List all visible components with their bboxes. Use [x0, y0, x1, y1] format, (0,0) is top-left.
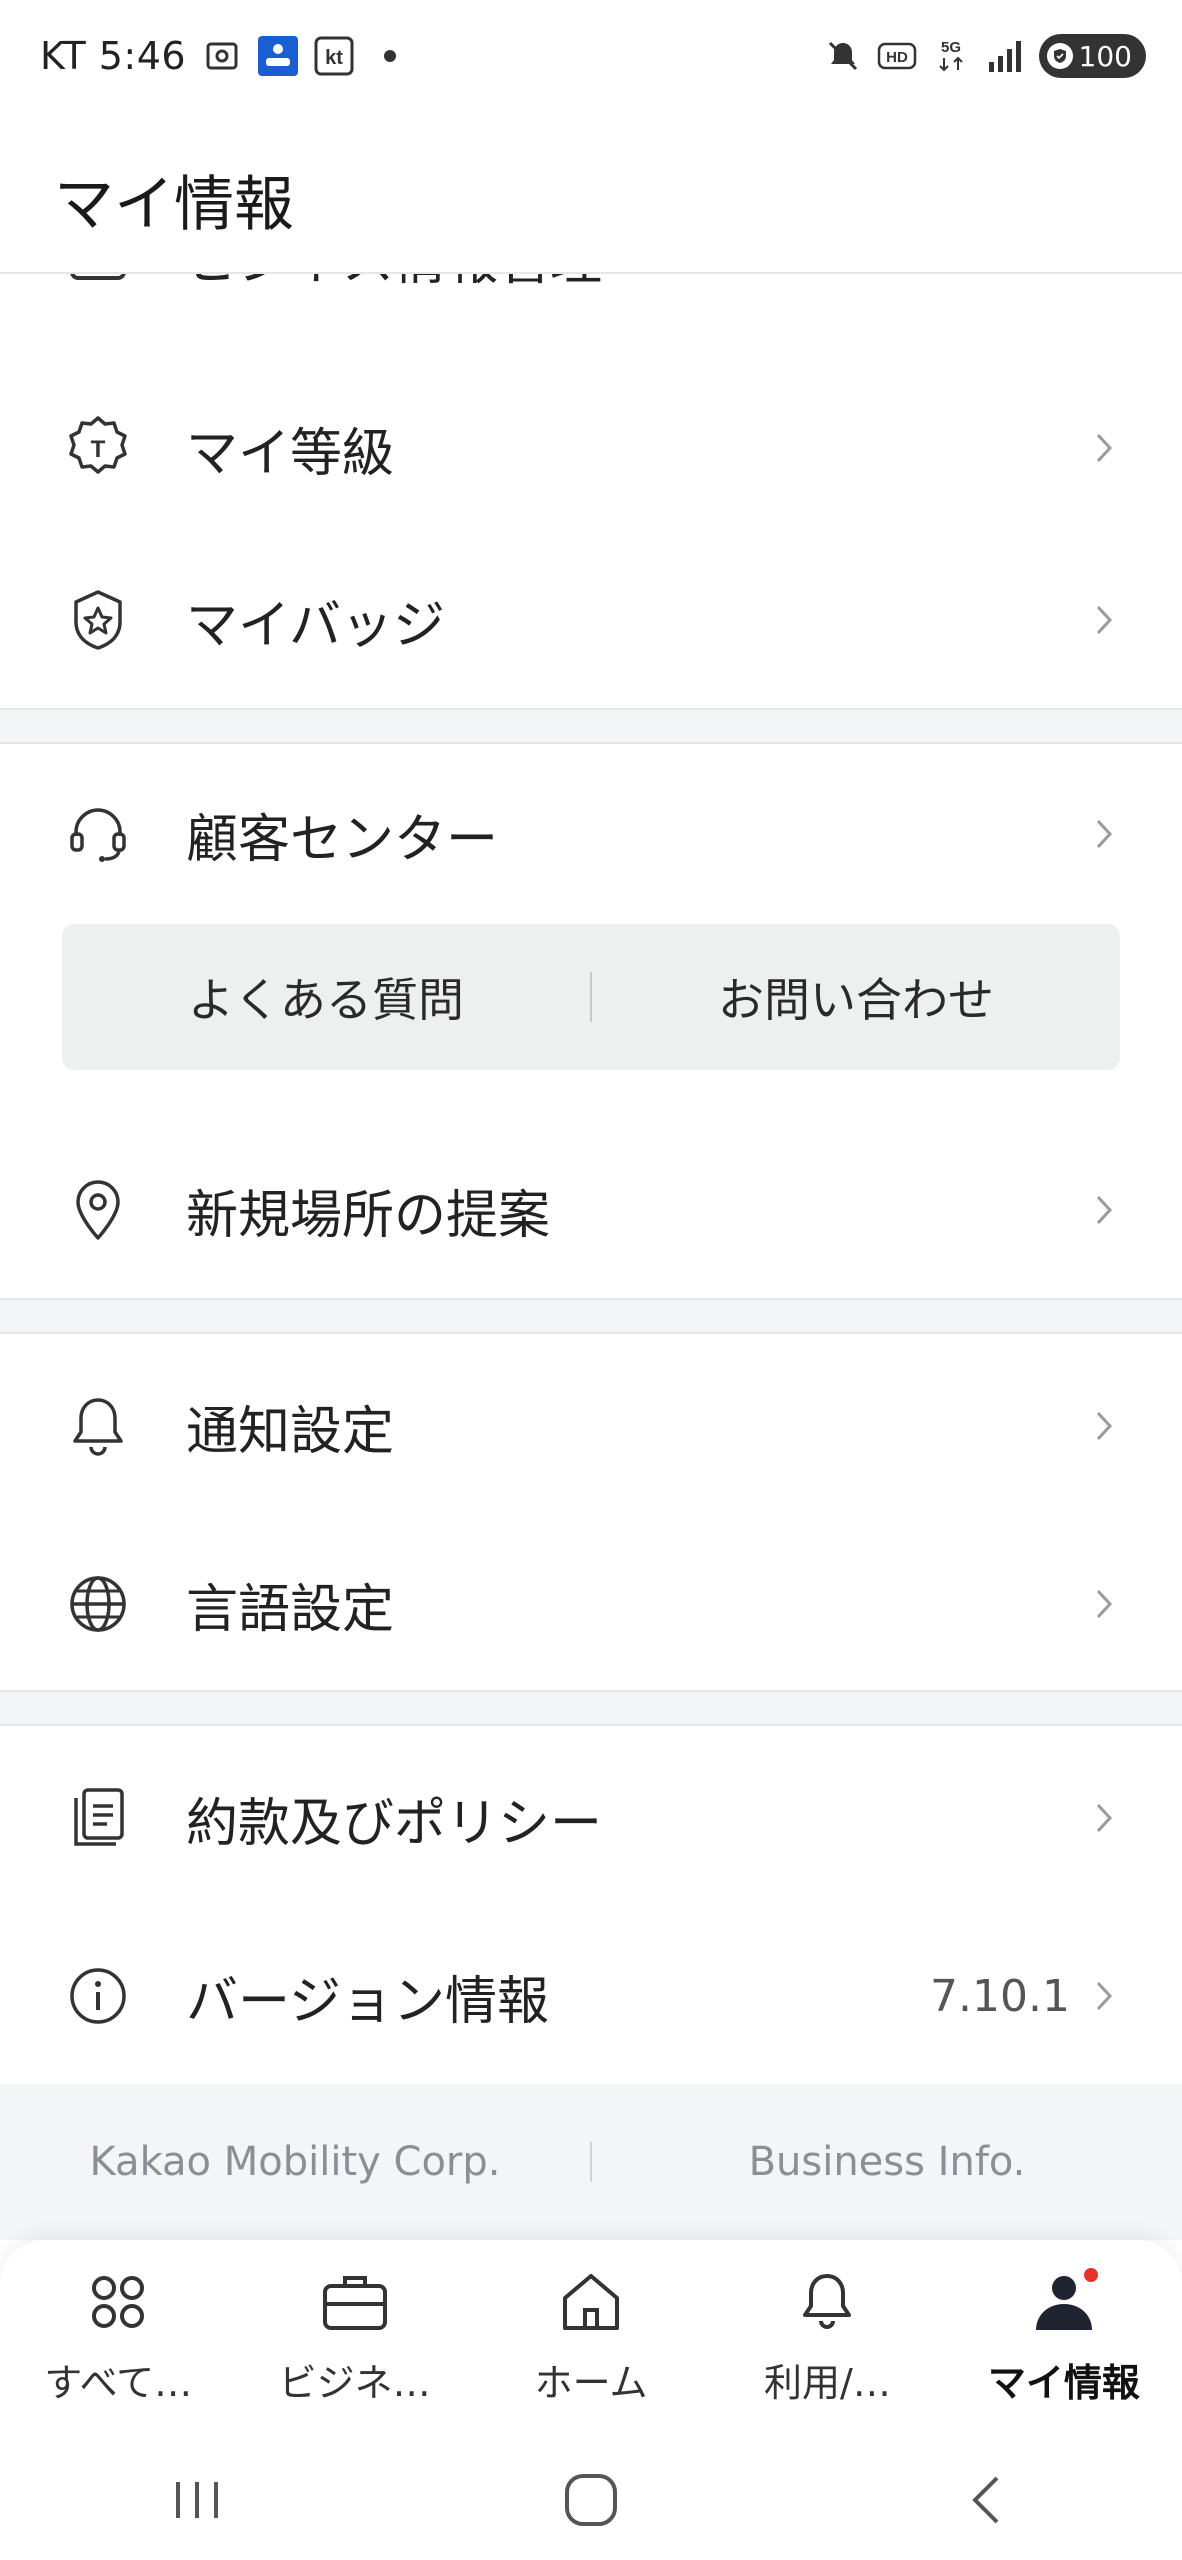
nav-item-all[interactable]: すべて… — [0, 2240, 236, 2440]
recent-apps-button[interactable] — [137, 2460, 257, 2540]
nav-item-usage[interactable]: 利用/… — [709, 2240, 945, 2440]
menu-item-language-settings[interactable]: 言語設定 — [0, 1544, 1182, 1664]
bottom-nav: すべて… ビジネ… ホーム 利用/… マイ情報 — [0, 2240, 1182, 2440]
nav-label: 利用/… — [764, 2361, 891, 2405]
home-button[interactable] — [531, 2460, 651, 2540]
mute-icon — [823, 36, 863, 76]
menu-item-my-badge[interactable]: マイバッジ — [0, 560, 1182, 680]
menu-item-label: 言語設定 — [186, 1579, 395, 1640]
section-divider — [0, 708, 1182, 744]
app-screen: KT 5:46 kt HD 5G 100 マイ情報 T マイ等級 マイバッジ 顧… — [0, 0, 1182, 2560]
nav-label: すべて… — [44, 2361, 193, 2405]
briefcase-icon — [319, 2266, 391, 2338]
menu-item-terms-policy[interactable]: 約款及びポリシー — [0, 1758, 1182, 1878]
status-time: KT 5:46 — [40, 34, 187, 78]
footer: Kakao Mobility Corp. Business Info. — [0, 2084, 1182, 2240]
chevron-right-icon — [1090, 600, 1118, 640]
nav-item-business[interactable]: ビジネ… — [236, 2240, 472, 2440]
menu-item-label: マイ等級 — [186, 423, 395, 484]
chevron-right-icon — [1090, 1406, 1118, 1446]
kakao-driver-icon — [258, 36, 299, 76]
nav-item-my-info[interactable]: マイ情報 — [946, 2240, 1182, 2440]
menu-item-notification-settings[interactable]: 通知設定 — [0, 1366, 1182, 1486]
menu-item-label: 約款及びポリシー — [186, 1793, 603, 1854]
signal-icon — [985, 36, 1025, 76]
section-divider — [0, 1690, 1182, 1726]
customer-center-shortcuts: よくある質問 お問い合わせ — [62, 924, 1120, 1070]
grid-icon — [82, 2266, 154, 2338]
document-icon — [62, 1782, 134, 1854]
menu-item-suggest-place[interactable]: 新規場所の提案 — [0, 1150, 1182, 1270]
nav-label: ビジネ… — [278, 2361, 431, 2405]
page-title: マイ情報 — [54, 170, 294, 240]
menu-item-label: ビジネス情報管理 — [186, 274, 602, 294]
location-pin-icon — [62, 1174, 134, 1246]
grade-badge-icon: T — [62, 412, 134, 484]
chevron-right-icon — [1090, 1584, 1118, 1624]
star-badge-icon — [62, 584, 134, 656]
battery-indicator: 100 — [1038, 34, 1146, 78]
chevron-right-icon — [1090, 428, 1118, 468]
battery-shield-icon — [1046, 43, 1073, 69]
chevron-right-icon — [1090, 814, 1118, 854]
info-icon — [62, 1960, 134, 2032]
section-divider — [0, 1298, 1182, 1334]
business-icon — [62, 274, 134, 292]
notification-dot — [1083, 2268, 1098, 2282]
status-bar: KT 5:46 kt HD 5G 100 — [0, 0, 1182, 112]
chevron-right-icon — [1090, 274, 1118, 276]
battery-level: 100 — [1078, 39, 1132, 73]
svg-text:T: T — [91, 436, 106, 463]
svg-text:HD: HD — [886, 49, 908, 66]
chevron-right-icon — [1090, 1798, 1118, 1838]
menu-item-label: 顧客センター — [186, 809, 499, 870]
bell-icon — [791, 2266, 863, 2338]
company-link[interactable]: Kakao Mobility Corp. — [0, 2139, 590, 2185]
menu-item-my-grade[interactable]: T マイ等級 — [0, 388, 1182, 508]
home-icon — [555, 2266, 627, 2338]
version-value: 7.10.1 — [930, 1970, 1070, 2022]
menu-item-label: 新規場所の提案 — [186, 1185, 551, 1246]
chevron-right-icon — [1090, 1976, 1118, 2016]
menu-item-customer-center[interactable]: 顧客センター — [0, 774, 1182, 894]
menu-item-version-info[interactable]: バージョン情報 7.10.1 — [0, 1936, 1182, 2056]
settings-list[interactable]: ビジネス情報管理 T マイ等級 マイバッジ — [0, 274, 1182, 2240]
svg-text:kt: kt — [325, 47, 343, 69]
hd-icon: HD — [877, 36, 917, 76]
menu-item-label: バージョン情報 — [186, 1971, 549, 2032]
contact-button[interactable]: お問い合わせ — [592, 924, 1120, 1070]
nav-label: マイ情報 — [987, 2361, 1140, 2405]
app-header: マイ情報 — [0, 112, 1182, 274]
status-right: HD 5G 100 — [823, 30, 1146, 82]
chevron-right-icon — [1090, 1190, 1118, 1230]
kt-badge-icon: kt — [314, 36, 354, 76]
globe-icon — [62, 1568, 134, 1640]
menu-item-business-info[interactable]: ビジネス情報管理 — [0, 274, 1182, 316]
system-nav-bar — [0, 2440, 1182, 2560]
faq-button[interactable]: よくある質問 — [62, 924, 590, 1070]
business-info-link[interactable]: Business Info. — [592, 2139, 1182, 2185]
screenshot-icon — [202, 36, 242, 76]
back-button[interactable] — [925, 2460, 1045, 2540]
headset-icon — [62, 798, 134, 870]
bell-icon — [62, 1390, 134, 1462]
svg-text:5G: 5G — [941, 39, 961, 56]
person-icon — [1028, 2266, 1100, 2338]
notification-dot-icon — [370, 36, 410, 76]
status-left: KT 5:46 kt — [40, 30, 410, 82]
nav-label: ホーム — [534, 2361, 648, 2405]
menu-item-label: 通知設定 — [186, 1401, 395, 1462]
nav-item-home[interactable]: ホーム — [473, 2240, 709, 2440]
menu-item-label: マイバッジ — [186, 595, 445, 656]
network-5g-icon: 5G — [931, 36, 971, 76]
